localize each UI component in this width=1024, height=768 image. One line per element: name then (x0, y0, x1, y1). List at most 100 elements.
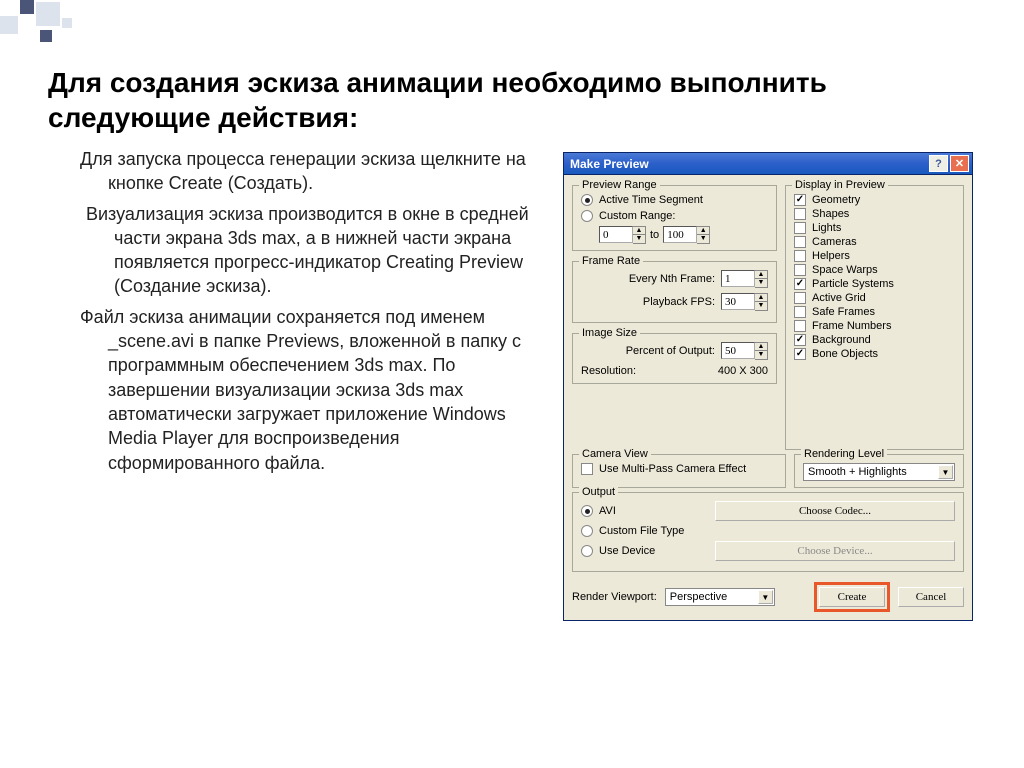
checkbox-helpers[interactable] (794, 250, 806, 262)
make-preview-dialog: Make Preview ? ✕ Preview Range Active Ti (563, 152, 973, 621)
spinner-up-icon[interactable]: ▲ (755, 294, 767, 302)
spinner-up-icon[interactable]: ▲ (633, 227, 645, 235)
paragraph-1: Для запуска процесса генерации эскиза ще… (48, 147, 543, 196)
help-button[interactable]: ? (929, 155, 948, 172)
display-item: Lights (794, 222, 955, 234)
create-button-highlight: Create (814, 582, 890, 612)
checkbox-cameras[interactable] (794, 236, 806, 248)
cancel-button[interactable]: Cancel (898, 587, 964, 607)
checkbox-safe-frames[interactable] (794, 306, 806, 318)
checkbox-particle-systems[interactable] (794, 278, 806, 290)
percent-output-spinner[interactable]: ▲▼ (721, 342, 768, 360)
spinner-down-icon[interactable]: ▼ (755, 351, 767, 359)
display-item-label: Geometry (812, 194, 860, 206)
checkbox-frame-numbers[interactable] (794, 320, 806, 332)
range-to-spinner[interactable]: ▲▼ (663, 226, 710, 244)
display-item-label: Lights (812, 222, 841, 234)
radio-custom-file-type[interactable] (581, 525, 593, 537)
checkbox-active-grid[interactable] (794, 292, 806, 304)
display-item-label: Safe Frames (812, 306, 875, 318)
label-every-nth: Every Nth Frame: (581, 273, 721, 285)
checkbox-multipass[interactable] (581, 463, 593, 475)
output-legend: Output (579, 486, 618, 498)
label-custom-file-type: Custom File Type (599, 525, 684, 537)
image-size-group: Image Size Percent of Output: ▲▼ R (572, 333, 777, 384)
display-item-label: Shapes (812, 208, 849, 220)
paragraph-2: Визуализация эскиза производится в окне … (48, 202, 543, 299)
display-item: Safe Frames (794, 306, 955, 318)
dialog-title: Make Preview (570, 157, 649, 171)
spinner-up-icon[interactable]: ▲ (755, 271, 767, 279)
radio-use-device[interactable] (581, 545, 593, 557)
spinner-up-icon[interactable]: ▲ (755, 343, 767, 351)
display-legend: Display in Preview (792, 179, 888, 191)
render-viewport-select[interactable]: Perspective ▼ (665, 588, 775, 606)
every-nth-spinner[interactable]: ▲▼ (721, 270, 768, 288)
label-render-viewport: Render Viewport: (572, 591, 657, 603)
display-item-label: Cameras (812, 236, 857, 248)
dialog-titlebar[interactable]: Make Preview ? ✕ (564, 153, 972, 175)
label-percent-output: Percent of Output: (581, 345, 721, 357)
every-nth-input[interactable] (721, 270, 755, 287)
preview-range-group: Preview Range Active Time Segment Custom… (572, 185, 777, 251)
display-item-label: Helpers (812, 250, 850, 262)
label-playback-fps: Playback FPS: (581, 296, 721, 308)
display-item-label: Active Grid (812, 292, 866, 304)
range-to-input[interactable] (663, 226, 697, 243)
spinner-down-icon[interactable]: ▼ (697, 235, 709, 243)
image-size-legend: Image Size (579, 327, 640, 339)
display-item-label: Space Warps (812, 264, 878, 276)
display-item: Active Grid (794, 292, 955, 304)
display-item: Space Warps (794, 264, 955, 276)
display-item-label: Bone Objects (812, 348, 878, 360)
spinner-up-icon[interactable]: ▲ (697, 227, 709, 235)
display-item: Bone Objects (794, 348, 955, 360)
display-item: Particle Systems (794, 278, 955, 290)
checkbox-space-warps[interactable] (794, 264, 806, 276)
output-group: Output AVI Choose Codec... Custom File T… (572, 492, 964, 572)
radio-custom-range[interactable] (581, 210, 593, 222)
spinner-down-icon[interactable]: ▼ (755, 302, 767, 310)
label-custom-range: Custom Range: (599, 210, 675, 222)
paragraph-3: Файл эскиза анимации сохраняется под име… (48, 305, 543, 475)
frame-rate-legend: Frame Rate (579, 255, 643, 267)
slide-title: Для создания эскиза анимации необходимо … (48, 65, 994, 135)
chevron-down-icon: ▼ (758, 590, 773, 604)
checkbox-lights[interactable] (794, 222, 806, 234)
checkbox-background[interactable] (794, 334, 806, 346)
choose-device-button: Choose Device... (715, 541, 955, 561)
display-item-label: Particle Systems (812, 278, 894, 290)
rendering-level-group: Rendering Level Smooth + Highlights ▼ (794, 454, 964, 488)
chevron-down-icon: ▼ (938, 465, 953, 479)
body-text: Для запуска процесса генерации эскиза ще… (48, 147, 543, 621)
display-item: Helpers (794, 250, 955, 262)
playback-fps-input[interactable] (721, 293, 755, 310)
close-button[interactable]: ✕ (950, 155, 969, 172)
display-item: Cameras (794, 236, 955, 248)
label-resolution: Resolution: (581, 365, 636, 377)
render-viewport-value: Perspective (670, 591, 727, 603)
choose-codec-button[interactable]: Choose Codec... (715, 501, 955, 521)
range-from-input[interactable] (599, 226, 633, 243)
label-multipass: Use Multi-Pass Camera Effect (599, 463, 746, 475)
label-to: to (650, 229, 659, 241)
rendering-level-value: Smooth + Highlights (808, 466, 907, 478)
label-use-device: Use Device (599, 545, 709, 557)
display-item: Frame Numbers (794, 320, 955, 332)
resolution-value: 400 X 300 (718, 365, 768, 377)
display-item-label: Background (812, 334, 871, 346)
label-avi: AVI (599, 505, 709, 517)
range-from-spinner[interactable]: ▲▼ (599, 226, 646, 244)
rendering-level-select[interactable]: Smooth + Highlights ▼ (803, 463, 955, 481)
spinner-down-icon[interactable]: ▼ (755, 279, 767, 287)
radio-active-time-segment[interactable] (581, 194, 593, 206)
spinner-down-icon[interactable]: ▼ (633, 235, 645, 243)
create-button[interactable]: Create (819, 587, 885, 607)
display-in-preview-group: Display in Preview GeometryShapesLightsC… (785, 185, 964, 450)
checkbox-geometry[interactable] (794, 194, 806, 206)
checkbox-shapes[interactable] (794, 208, 806, 220)
percent-output-input[interactable] (721, 342, 755, 359)
checkbox-bone-objects[interactable] (794, 348, 806, 360)
radio-avi[interactable] (581, 505, 593, 517)
playback-fps-spinner[interactable]: ▲▼ (721, 293, 768, 311)
